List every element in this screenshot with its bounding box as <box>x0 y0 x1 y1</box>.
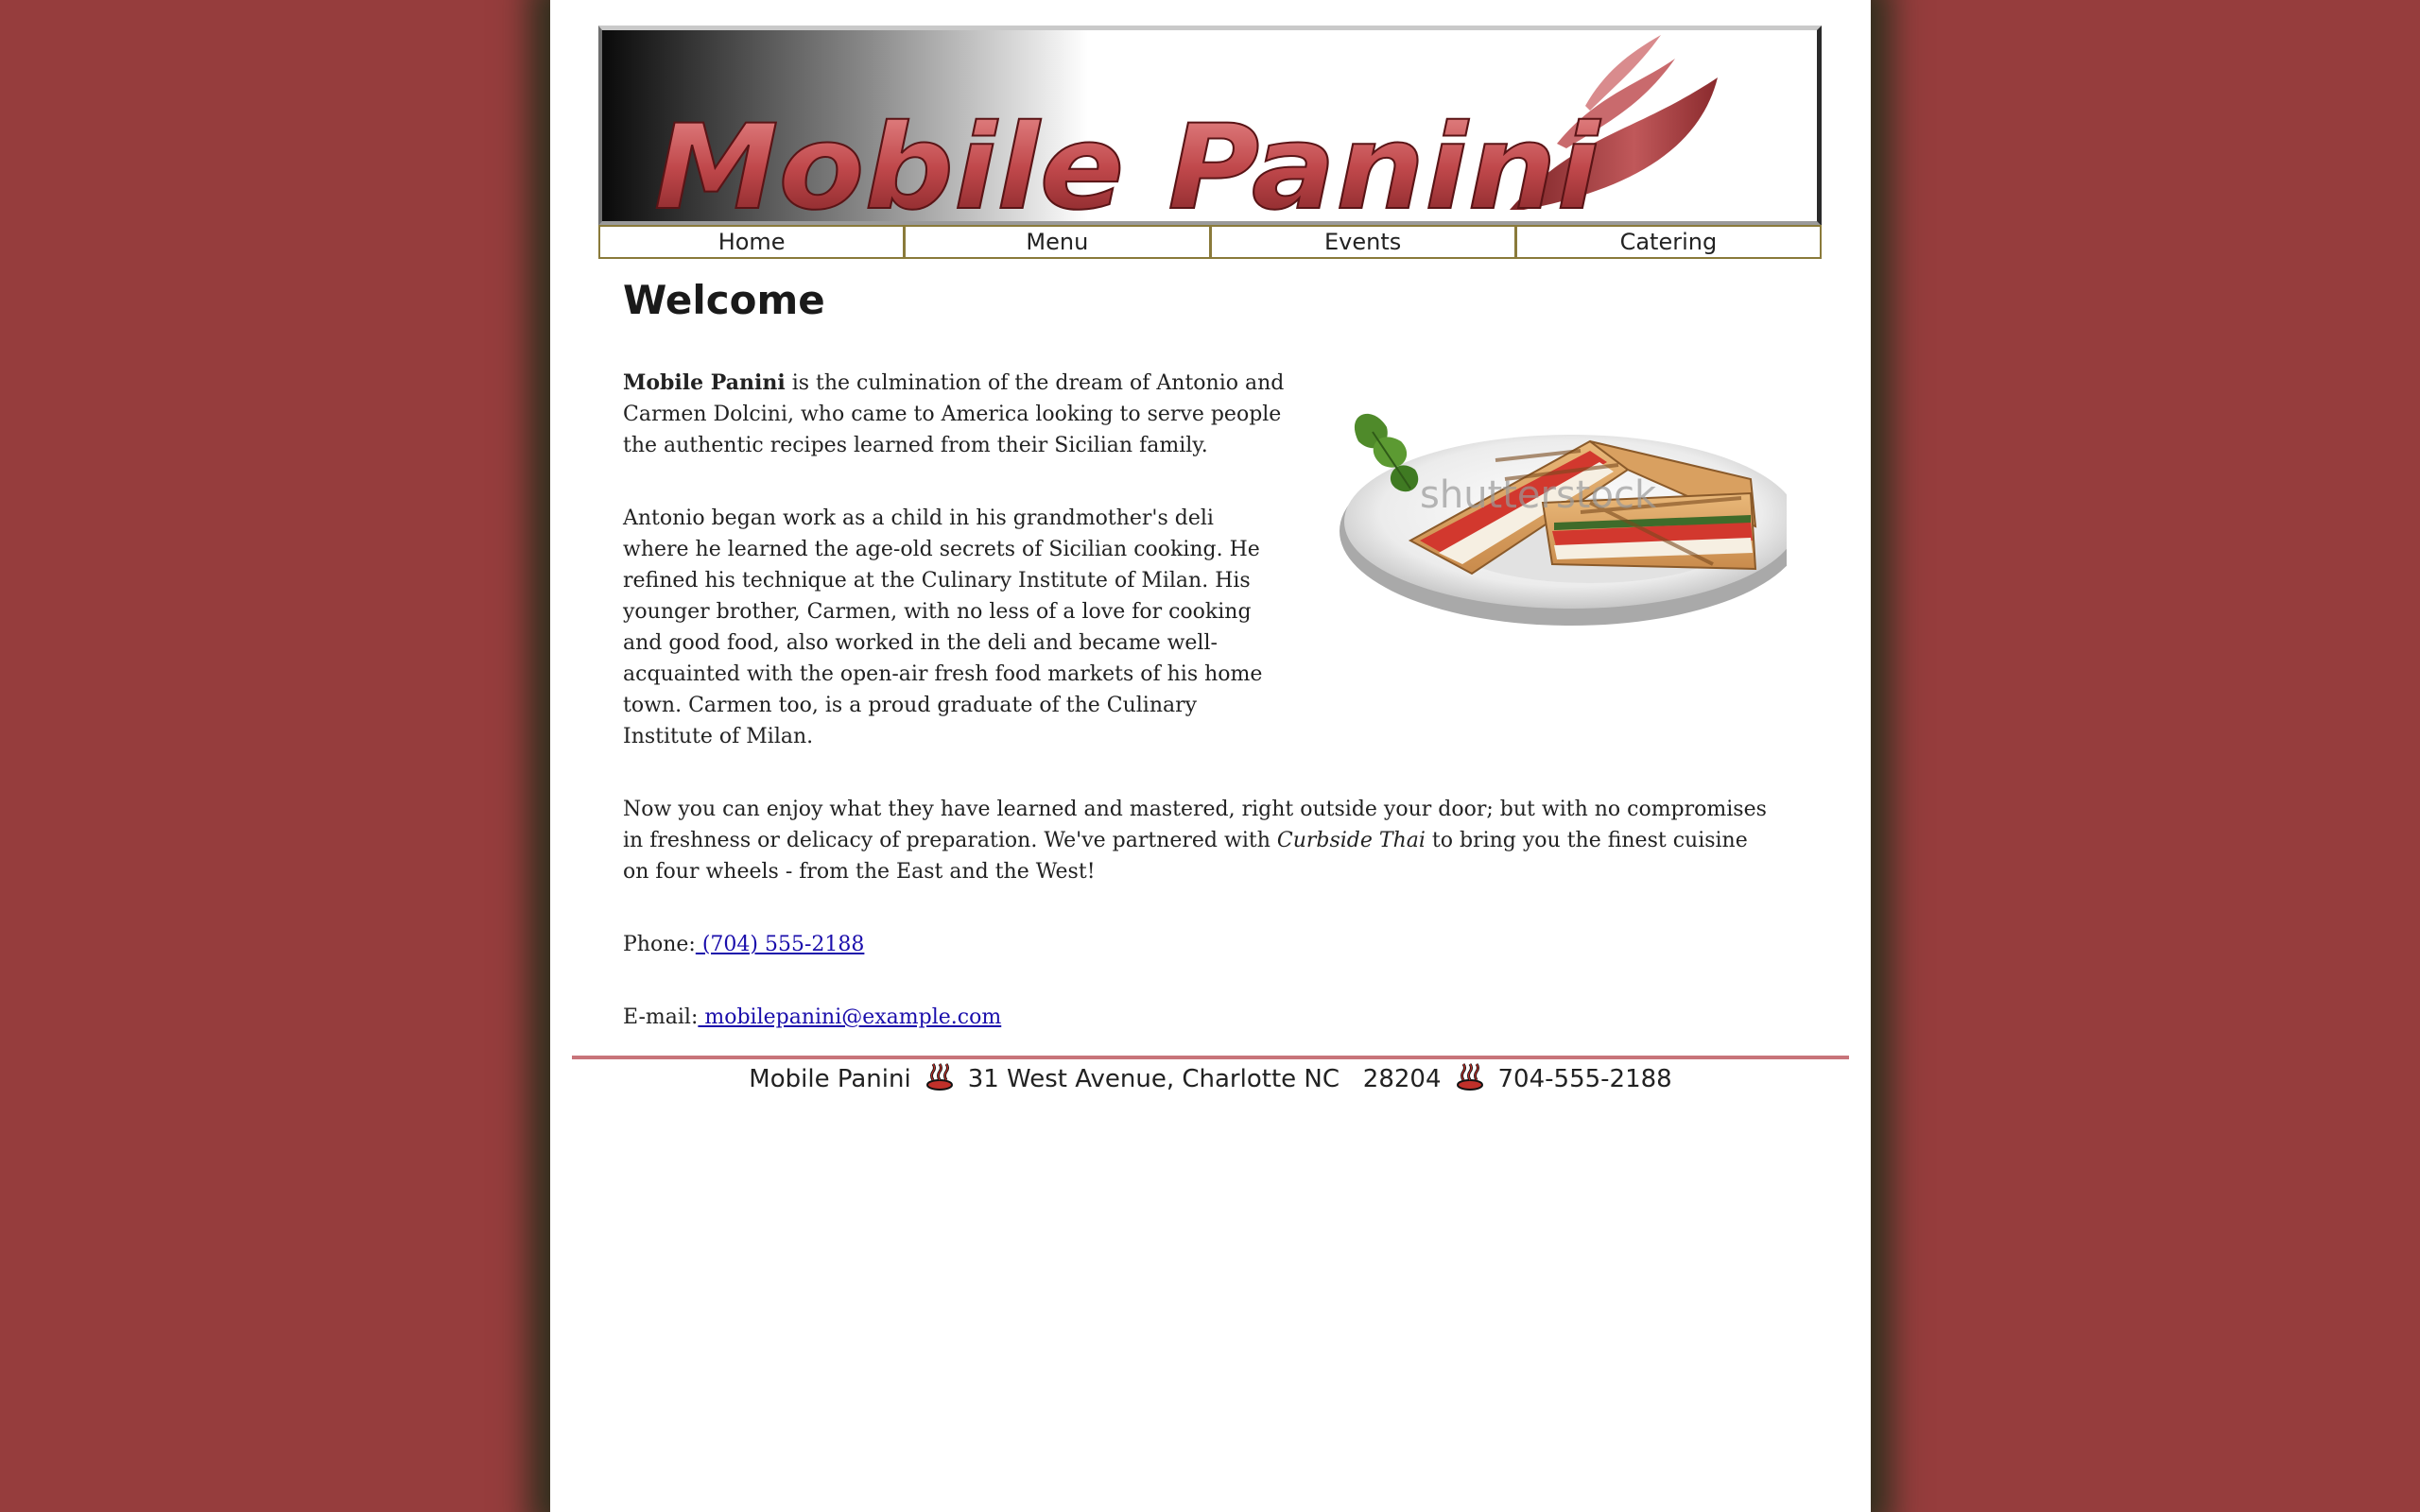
footer-divider <box>572 1056 1849 1059</box>
footer-address: 31 West Avenue, Charlotte NC 28204 <box>967 1065 1442 1093</box>
phone-label: Phone: <box>623 933 696 956</box>
hot-food-icon <box>1455 1061 1485 1098</box>
nav-item-menu[interactable]: Menu <box>905 225 1211 259</box>
main-nav: Home Menu Events Catering <box>598 225 1822 259</box>
page-title: Welcome <box>623 277 825 323</box>
history-paragraph: Antonio began work as a child in his gra… <box>623 507 1263 748</box>
partner-name: Curbside Thai <box>1276 829 1426 852</box>
intro-paragraph: Mobile Panini is the culmination of the … <box>623 368 1285 461</box>
header-banner: Mobile Panini <box>598 26 1822 226</box>
nav-item-catering[interactable]: Catering <box>1515 225 1822 259</box>
nav-item-events[interactable]: Events <box>1210 225 1516 259</box>
email-label: E-mail: <box>623 1005 699 1029</box>
hot-food-icon <box>925 1061 955 1098</box>
phone-link[interactable]: (704) 555-2188 <box>696 933 865 956</box>
footer: Mobile Panini 31 West Avenue, Charlotte N… <box>550 1060 1871 1098</box>
email-line: E-mail: mobilepanini@example.com <box>623 1002 1776 1033</box>
footer-business-name: Mobile Panini <box>749 1065 911 1093</box>
panini-photo: shutterstock <box>1306 337 1803 655</box>
page-container: Mobile Panini Home Menu Events Catering … <box>550 0 1871 1512</box>
email-link[interactable]: mobilepanini@example.com <box>698 1005 1001 1029</box>
photo-watermark: shutterstock <box>1420 473 1657 517</box>
footer-phone: 704-555-2188 <box>1497 1065 1672 1093</box>
phone-line: Phone: (704) 555-2188 <box>623 929 1776 960</box>
brand-name-bold: Mobile Panini <box>623 370 786 395</box>
partnership-paragraph: Now you can enjoy what they have learned… <box>623 794 1776 887</box>
nav-item-home[interactable]: Home <box>598 225 906 259</box>
banner-title-text: Mobile Panini <box>654 100 1601 221</box>
